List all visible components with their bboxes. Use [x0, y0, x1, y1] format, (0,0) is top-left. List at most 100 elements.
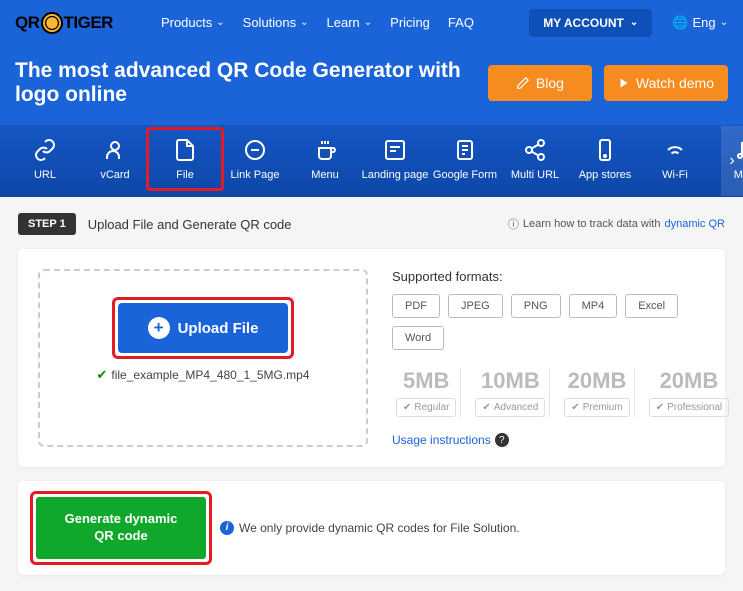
tab-multi-url[interactable]: Multi URL [510, 137, 560, 181]
tiger-icon [41, 12, 63, 34]
upload-file-button[interactable]: + Upload File [118, 303, 289, 353]
account-label: MY ACCOUNT [543, 16, 624, 30]
format-png[interactable]: PNG [511, 294, 561, 318]
tab-label: Multi URL [511, 169, 559, 181]
tabs-next-arrow[interactable]: › [721, 126, 743, 196]
globe-icon: 🌐 [672, 15, 688, 31]
tab-wifi[interactable]: Wi-Fi [650, 137, 700, 181]
tier-label: ✔ Advanced [475, 398, 545, 417]
tab-label: Wi-Fi [662, 169, 688, 181]
top-header: QR TIGER Products⌄ Solutions⌄ Learn⌄ Pri… [0, 0, 743, 45]
nav-faq[interactable]: FAQ [448, 15, 474, 30]
format-excel[interactable]: Excel [625, 294, 678, 318]
tab-app-stores[interactable]: App stores [580, 137, 630, 181]
plus-icon: + [148, 317, 170, 339]
nav-learn[interactable]: Learn ⌄ [327, 15, 373, 30]
help-icon: ? [495, 433, 509, 447]
my-account-button[interactable]: MY ACCOUNT ⌄ [529, 9, 652, 37]
tab-url[interactable]: URL [20, 137, 70, 181]
logo-text-pre: QR [15, 13, 40, 33]
formats-panel: Supported formats: PDF JPEG PNG MP4 Exce… [392, 269, 733, 447]
tier-premium: 20MB✔Premium [560, 368, 634, 417]
generate-row: Generate dynamic QR code i We only provi… [18, 481, 725, 575]
chevron-down-icon: ⌄ [216, 17, 224, 28]
nav-pricing[interactable]: Pricing [390, 15, 430, 30]
dynamic-qr-link[interactable]: dynamic QR [664, 218, 725, 230]
tab-label: vCard [100, 169, 129, 181]
info-icon: i [220, 521, 234, 535]
tab-label: Google Form [433, 169, 497, 181]
tier-text: Premium [583, 402, 623, 413]
nav-label: Pricing [390, 15, 430, 30]
hero-bar: The most advanced QR Code Generator with… [0, 45, 743, 125]
nav-label: Solutions [243, 15, 296, 30]
watch-label: Watch demo [636, 75, 714, 91]
edit-icon [516, 76, 530, 90]
tab-file[interactable]: File [160, 137, 210, 181]
language-selector[interactable]: 🌐 Eng ⌄ [672, 15, 728, 31]
tab-menu[interactable]: Menu [300, 137, 350, 181]
learn-link[interactable]: ⓘ Learn how to track data with dynamic Q… [508, 216, 725, 232]
blog-button[interactable]: Blog [488, 65, 592, 101]
lang-label: Eng [692, 15, 715, 30]
logo[interactable]: QR TIGER [15, 12, 113, 34]
check-icon: ✔ [96, 367, 107, 383]
usage-text: Usage instructions [392, 433, 491, 447]
form-icon [452, 137, 478, 163]
tier-text: Advanced [494, 402, 538, 413]
content-area: STEP 1 Upload File and Generate QR code … [0, 197, 743, 591]
tier-label: ✔Professional [649, 398, 729, 417]
user-icon [102, 137, 128, 163]
tab-linkpage[interactable]: Link Page [230, 137, 280, 181]
link-icon [32, 137, 58, 163]
tier-professional: 20MB✔Professional [645, 368, 733, 417]
play-icon [618, 77, 630, 89]
nav-label: Learn [327, 15, 360, 30]
note-text: We only provide dynamic QR codes for Fil… [239, 521, 520, 535]
format-word[interactable]: Word [392, 326, 444, 350]
tab-google-form[interactable]: Google Form [440, 137, 490, 181]
file-icon [172, 137, 198, 163]
format-pdf[interactable]: PDF [392, 294, 440, 318]
phone-icon [592, 137, 618, 163]
check-icon: ✔ [571, 402, 579, 413]
chevron-down-icon: ⌄ [630, 17, 638, 28]
tab-vcard[interactable]: vCard [90, 137, 140, 181]
watch-demo-button[interactable]: Watch demo [604, 65, 728, 101]
formats-title: Supported formats: [392, 269, 733, 284]
nav-label: Products [161, 15, 212, 30]
filename-text: file_example_MP4_480_1_5MG.mp4 [111, 368, 309, 382]
format-mp4[interactable]: MP4 [569, 294, 618, 318]
uploaded-filename: ✔ file_example_MP4_480_1_5MG.mp4 [96, 367, 309, 383]
tab-label: URL [34, 169, 56, 181]
tier-label: ✔ Premium [564, 398, 629, 417]
chevron-down-icon: ⌄ [364, 17, 372, 28]
format-pills: PDF JPEG PNG MP4 Excel Word [392, 294, 733, 350]
usage-instructions-link[interactable]: Usage instructions ? [392, 433, 733, 447]
check-icon: ✔ [482, 402, 490, 413]
hero-title: The most advanced QR Code Generator with… [15, 59, 476, 107]
cup-icon [312, 137, 338, 163]
info-icon: ⓘ [508, 216, 519, 232]
tier-text: Professional [667, 402, 722, 413]
generate-qr-button[interactable]: Generate dynamic QR code [36, 497, 206, 559]
tab-label: Menu [311, 169, 339, 181]
tab-landing[interactable]: Landing page [370, 137, 420, 181]
step-row: STEP 1 Upload File and Generate QR code … [18, 213, 725, 235]
step-badge: STEP 1 [18, 213, 76, 235]
tab-label: Link Page [231, 169, 280, 181]
nav-solutions[interactable]: Solutions⌄ [243, 15, 309, 30]
tier-advanced: 10MB✔Advanced [471, 368, 550, 417]
tier-label: ✔Regular [396, 398, 456, 417]
chevron-down-icon: ⌄ [720, 17, 728, 28]
blog-label: Blog [536, 75, 564, 91]
check-icon: ✔ [656, 402, 664, 413]
tier-regular: 5MB ✔Regular [392, 368, 461, 417]
size-value: 5MB [396, 368, 456, 394]
upload-dropzone[interactable]: + Upload File ✔ file_example_MP4_480_1_5… [38, 269, 368, 447]
generate-note: i We only provide dynamic QR codes for F… [220, 521, 520, 535]
nav-products[interactable]: Products ⌄ [161, 15, 225, 30]
upload-panel: + Upload File ✔ file_example_MP4_480_1_5… [18, 249, 725, 467]
format-jpeg[interactable]: JPEG [448, 294, 503, 318]
wifi-icon [662, 137, 688, 163]
